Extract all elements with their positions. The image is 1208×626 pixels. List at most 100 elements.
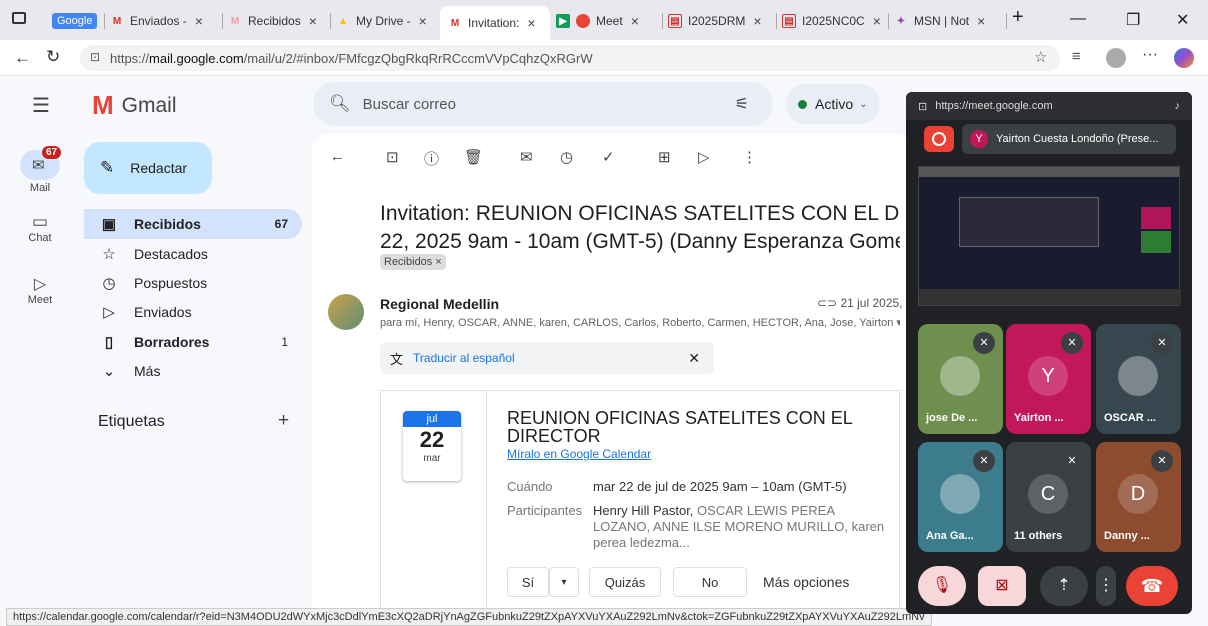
rail-chat[interactable]: ▭ Chat — [14, 212, 66, 244]
calendar-invite-card: jul 22 mar REUNION OFICINAS SATELITES CO… — [380, 390, 900, 615]
close-tab-icon[interactable]: × — [527, 15, 535, 31]
profile-avatar[interactable] — [1106, 48, 1126, 68]
recipients-line[interactable]: para mí, Henry, OSCAR, ANNE, karen, CARL… — [380, 316, 900, 329]
close-icon[interactable]: ✕ — [688, 350, 700, 367]
participant-avatar — [940, 356, 980, 396]
rail-meet[interactable]: ▷ Meet — [14, 274, 66, 306]
tab-invitation[interactable]: M Invitation: × — [440, 6, 550, 40]
search-icon[interactable]: 🔍︎ — [329, 94, 351, 114]
search-bar[interactable]: 🔍︎ Buscar correo ⚟ — [313, 82, 773, 126]
search-options-icon[interactable]: ⚟ — [735, 94, 749, 114]
sender-name[interactable]: Regional Medellin — [380, 296, 499, 312]
mail-icon: ✉ — [32, 157, 45, 174]
muted-mic-icon: ✕ — [973, 332, 995, 354]
end-call-button[interactable]: ☎ — [1126, 566, 1178, 606]
copilot-icon[interactable] — [1174, 48, 1194, 68]
add-label-icon[interactable]: + — [278, 410, 289, 432]
mic-muted-button[interactable]: 🎙︎ — [918, 566, 966, 606]
rsvp-no-button[interactable]: No — [673, 567, 747, 597]
active-dot-icon — [798, 99, 807, 109]
more-options-icon[interactable]: ⋮ — [1096, 566, 1116, 606]
tab-meet[interactable]: ▶ Meet × — [556, 8, 666, 34]
more-menu-icon[interactable]: ··· — [1142, 46, 1158, 64]
report-spam-icon[interactable]: ⓘ — [424, 148, 439, 169]
url-field[interactable]: ⊡ https://mail.google.com/mail/u/2/#inbo… — [80, 45, 1060, 71]
chevron-down-icon: ⌄ — [859, 98, 868, 110]
archive-icon[interactable]: ⊡ — [386, 148, 399, 166]
nav-mas[interactable]: ⌄ Más — [84, 356, 302, 386]
site-info-icon[interactable]: ⊡ — [90, 50, 100, 64]
star-icon: ☆ — [102, 246, 116, 263]
search-input[interactable]: Buscar correo — [363, 96, 456, 113]
move-to-icon[interactable]: ⊞ — [658, 148, 671, 166]
add-task-icon[interactable]: ✓ — [602, 148, 615, 166]
delete-icon[interactable]: 🗑︎ — [464, 148, 483, 166]
main-menu-icon[interactable]: ☰ — [32, 93, 50, 118]
close-window-icon[interactable]: ✕ — [1176, 10, 1189, 30]
nav-pospuestos[interactable]: ◷ Pospuestos — [84, 268, 302, 298]
present-screen-button[interactable]: ⇡ — [1040, 566, 1088, 606]
tab-drive[interactable]: ▲ My Drive - × — [336, 8, 440, 34]
close-tab-icon[interactable]: × — [873, 13, 881, 29]
participant-avatar — [1118, 356, 1158, 396]
translate-link[interactable]: Traducir al español — [413, 351, 515, 365]
close-tab-icon[interactable]: × — [631, 13, 639, 29]
favorite-star-icon[interactable]: ☆ — [1034, 48, 1047, 66]
tab-actions-icon[interactable] — [12, 12, 26, 24]
camera-off-button[interactable]: ⊠ — [978, 566, 1026, 606]
translate-bar: 文 Traducir al español ✕ — [380, 342, 714, 374]
close-tab-icon[interactable]: × — [977, 13, 985, 29]
restore-icon[interactable]: ❐ — [1126, 10, 1140, 30]
tab-pdf-2[interactable]: ▤ I2025NC0C × — [782, 8, 886, 34]
nav-borradores[interactable]: ▯ Borradores 1 — [84, 327, 302, 357]
snooze-icon[interactable]: ◷ — [560, 148, 573, 166]
new-tab-icon[interactable]: + — [1012, 6, 1024, 29]
mark-unread-icon[interactable]: ✉ — [520, 148, 533, 166]
more-actions-icon[interactable]: ⋮ — [742, 148, 757, 166]
recording-button[interactable] — [924, 126, 954, 152]
mic-indicator-icon: ♪ — [1174, 100, 1181, 112]
minimize-icon[interactable]: — — [1070, 10, 1086, 28]
participant-tile-jose[interactable]: ✕ jose De ... — [918, 324, 1003, 434]
rsvp-more-options[interactable]: Más opciones — [763, 574, 849, 590]
muted-mic-icon: ✕ — [1151, 332, 1173, 354]
tab-pdf-1[interactable]: ▤ I2025DRM × — [668, 8, 776, 34]
tab-google[interactable]: Google — [52, 8, 98, 34]
close-tab-icon[interactable]: × — [753, 13, 761, 29]
close-tab-icon[interactable]: × — [419, 13, 427, 29]
event-time: mar 22 de jul de 2025 9am – 10am (GMT-5) — [593, 479, 847, 494]
nav-recibidos[interactable]: ▣ Recibidos 67 — [84, 209, 302, 239]
tab-enviados[interactable]: M Enviados - × — [110, 8, 220, 34]
favorites-list-icon[interactable]: ≡ — [1072, 48, 1081, 65]
back-to-inbox-icon[interactable]: ← — [330, 148, 345, 165]
label-icon[interactable]: ▷ — [698, 148, 710, 166]
rail-mail[interactable]: ✉ 67 Mail — [14, 146, 66, 194]
participant-tile-others[interactable]: ✕ C 11 others — [1006, 442, 1091, 552]
address-bar-row: ← ↻ ⊡ https://mail.google.com/mail/u/2/#… — [0, 40, 1208, 76]
rsvp-yes-button[interactable]: Sí — [507, 567, 549, 597]
nav-destacados[interactable]: ☆ Destacados — [84, 239, 302, 269]
close-tab-icon[interactable]: × — [195, 13, 203, 29]
participant-tile-danny[interactable]: ✕ D Danny ... — [1096, 442, 1181, 552]
nav-enviados[interactable]: ▷ Enviados — [84, 297, 302, 327]
participant-tile-yairton[interactable]: ✕ Y Yairton ... — [1006, 324, 1091, 434]
calendar-link[interactable]: Míralo en Google Calendar — [507, 447, 651, 461]
gmail-logo[interactable]: M Gmail — [92, 90, 177, 121]
tab-recibidos[interactable]: M Recibidos × — [228, 8, 338, 34]
compose-button[interactable]: ✎ Redactar — [84, 142, 212, 194]
back-icon[interactable]: ← — [14, 48, 31, 68]
inbox-label-chip[interactable]: Recibidos × — [380, 254, 446, 270]
rsvp-yes-dropdown-icon[interactable]: ▾ — [549, 567, 579, 597]
participant-name: Yairton ... — [1014, 412, 1064, 424]
close-tab-icon[interactable]: × — [309, 13, 317, 29]
status-selector[interactable]: Activo ⌄ — [786, 84, 880, 124]
tab-msn[interactable]: ✦ MSN | Not × — [894, 8, 1006, 34]
msn-icon: ✦ — [896, 15, 906, 27]
participant-tile-ana[interactable]: ✕ Ana Ga... — [918, 442, 1003, 552]
reload-icon[interactable]: ↻ — [46, 47, 60, 67]
recording-icon — [576, 14, 590, 28]
rsvp-maybe-button[interactable]: Quizás — [589, 567, 661, 597]
participant-tile-oscar[interactable]: ✕ OSCAR ... — [1096, 324, 1181, 434]
chat-icon: ▭ — [31, 212, 49, 231]
unread-badge: 67 — [42, 146, 62, 159]
